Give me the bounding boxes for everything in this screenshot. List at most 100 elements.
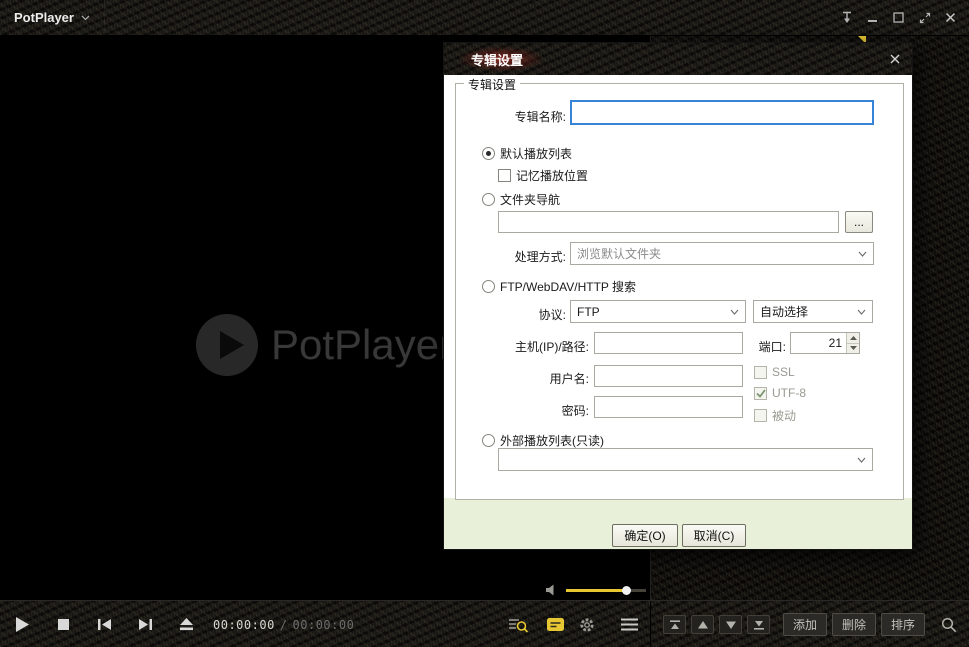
next-button[interactable] [125, 601, 166, 647]
add-button[interactable]: 添加 [783, 613, 827, 636]
dialog-title: 专辑设置 [471, 50, 523, 69]
password-label: 密码: [456, 402, 589, 419]
total-time: 00:00:00 [293, 618, 355, 632]
subtitle-button[interactable] [547, 601, 564, 647]
album-name-input[interactable] [570, 100, 874, 125]
move-top-button[interactable] [663, 615, 686, 634]
checkbox-passive-label: 被动 [772, 407, 796, 424]
volume-track[interactable] [566, 589, 646, 592]
dialog-body: 专辑设置 专辑名称: 默认播放列表 记忆播放位置 文件夹导航 [444, 75, 912, 549]
protocol-label: 协议: [474, 306, 566, 323]
checkbox-ssl[interactable]: SSL [754, 365, 795, 379]
album-settings-dialog: 专辑设置 专辑设置 专辑名称: 默认播放列表 记忆播放位置 [443, 42, 913, 550]
username-label: 用户名: [456, 370, 589, 387]
control-bar: 00:00:00 / 00:00:00 添加 删除 排序 [0, 600, 969, 647]
radio-external-playlist[interactable]: 外部播放列表(只读) [482, 432, 604, 449]
album-settings-group: 专辑设置 专辑名称: 默认播放列表 记忆播放位置 文件夹导航 [455, 83, 904, 500]
album-name-label: 专辑名称: [474, 108, 566, 125]
app-menu-button[interactable]: PotPlayer [0, 0, 105, 35]
port-field [790, 332, 860, 354]
time-separator: / [280, 618, 288, 632]
radio-default-playlist-label: 默认播放列表 [500, 145, 572, 162]
checkbox-ssl-label: SSL [772, 365, 795, 379]
move-bottom-button[interactable] [747, 615, 770, 634]
play-button[interactable] [2, 601, 43, 647]
menu-button[interactable] [621, 601, 638, 647]
maximize-button[interactable] [890, 9, 907, 26]
checkbox-box-icon [498, 169, 511, 182]
playlist-controls: 添加 删除 排序 [650, 601, 969, 647]
chevron-down-icon [81, 15, 90, 21]
previous-button[interactable] [84, 601, 125, 647]
external-playlist-select[interactable] [498, 448, 873, 471]
checkbox-remember-position[interactable]: 记忆播放位置 [498, 167, 588, 184]
settings-gear-button[interactable] [579, 601, 595, 647]
radio-folder-navigation-label: 文件夹导航 [500, 191, 560, 208]
pin-button[interactable] [838, 9, 855, 26]
radio-folder-navigation[interactable]: 文件夹导航 [482, 191, 560, 208]
chevron-down-icon [730, 309, 739, 315]
window-controls [838, 9, 969, 26]
checkbox-passive[interactable]: 被动 [754, 407, 796, 424]
volume-fill [566, 589, 626, 592]
chevron-down-icon [857, 457, 866, 463]
checkbox-box-icon [754, 366, 767, 379]
checkbox-utf8[interactable]: UTF-8 [754, 386, 806, 400]
spinner-down-icon[interactable] [846, 343, 859, 354]
speaker-icon [546, 584, 559, 596]
eject-button[interactable] [166, 601, 207, 647]
radio-ftp-search-label: FTP/WebDAV/HTTP 搜索 [500, 278, 636, 295]
play-logo-icon [196, 314, 258, 376]
fullscreen-button[interactable] [916, 9, 933, 26]
watermark-text: PotPlayer [271, 321, 453, 369]
radio-circle-icon [482, 434, 495, 447]
protocol-select[interactable]: FTP [570, 300, 746, 323]
cancel-button[interactable]: 取消(C) [682, 524, 746, 547]
search-playlist-button[interactable] [941, 617, 957, 633]
watermark: PotPlayer [196, 314, 453, 376]
ok-button[interactable]: 确定(O) [612, 524, 678, 547]
dialog-titlebar: 专辑设置 [444, 43, 912, 76]
port-label: 端口: [748, 338, 786, 355]
radio-default-playlist[interactable]: 默认播放列表 [482, 145, 572, 162]
auto-select-select[interactable]: 自动选择 [753, 300, 873, 323]
playlist-search-button[interactable] [508, 601, 528, 647]
password-input[interactable] [594, 396, 743, 418]
move-down-button[interactable] [719, 615, 742, 634]
checkbox-checked-icon [754, 387, 767, 400]
checkbox-utf8-label: UTF-8 [772, 386, 806, 400]
handling-label: 处理方式: [474, 248, 566, 265]
delete-button[interactable]: 删除 [832, 613, 876, 636]
time-display: 00:00:00 / 00:00:00 [213, 601, 354, 647]
volume-control[interactable] [546, 583, 646, 597]
browse-button[interactable]: ... [845, 211, 873, 233]
volume-thumb[interactable] [622, 586, 631, 595]
group-title: 专辑设置 [464, 76, 520, 93]
titlebar: PotPlayer [0, 0, 969, 36]
handling-select[interactable]: 浏览默认文件夹 [570, 242, 874, 265]
current-time: 00:00:00 [213, 618, 275, 632]
dialog-close-button[interactable] [887, 51, 903, 67]
port-spinner [846, 333, 859, 353]
sort-button[interactable]: 排序 [881, 613, 925, 636]
chevron-down-icon [858, 251, 867, 257]
minimize-button[interactable] [864, 9, 881, 26]
radio-external-playlist-label: 外部播放列表(只读) [500, 432, 604, 449]
auto-select-value: 自动选择 [760, 303, 808, 320]
protocol-select-value: FTP [577, 305, 600, 319]
radio-ftp-search[interactable]: FTP/WebDAV/HTTP 搜索 [482, 278, 636, 295]
host-input[interactable] [594, 332, 743, 354]
close-button[interactable] [942, 9, 959, 26]
stop-button[interactable] [43, 601, 84, 647]
move-up-button[interactable] [691, 615, 714, 634]
folder-path-input[interactable] [498, 211, 839, 233]
checkbox-remember-label: 记忆播放位置 [516, 167, 588, 184]
radio-circle-icon [482, 193, 495, 206]
username-input[interactable] [594, 365, 743, 387]
checkbox-box-icon [754, 409, 767, 422]
app-title: PotPlayer [14, 10, 74, 25]
chevron-down-icon [857, 309, 866, 315]
potplayer-window: PotPlayer PotPlayer [0, 0, 969, 647]
handling-select-value: 浏览默认文件夹 [577, 245, 661, 262]
spinner-up-icon[interactable] [846, 333, 859, 343]
